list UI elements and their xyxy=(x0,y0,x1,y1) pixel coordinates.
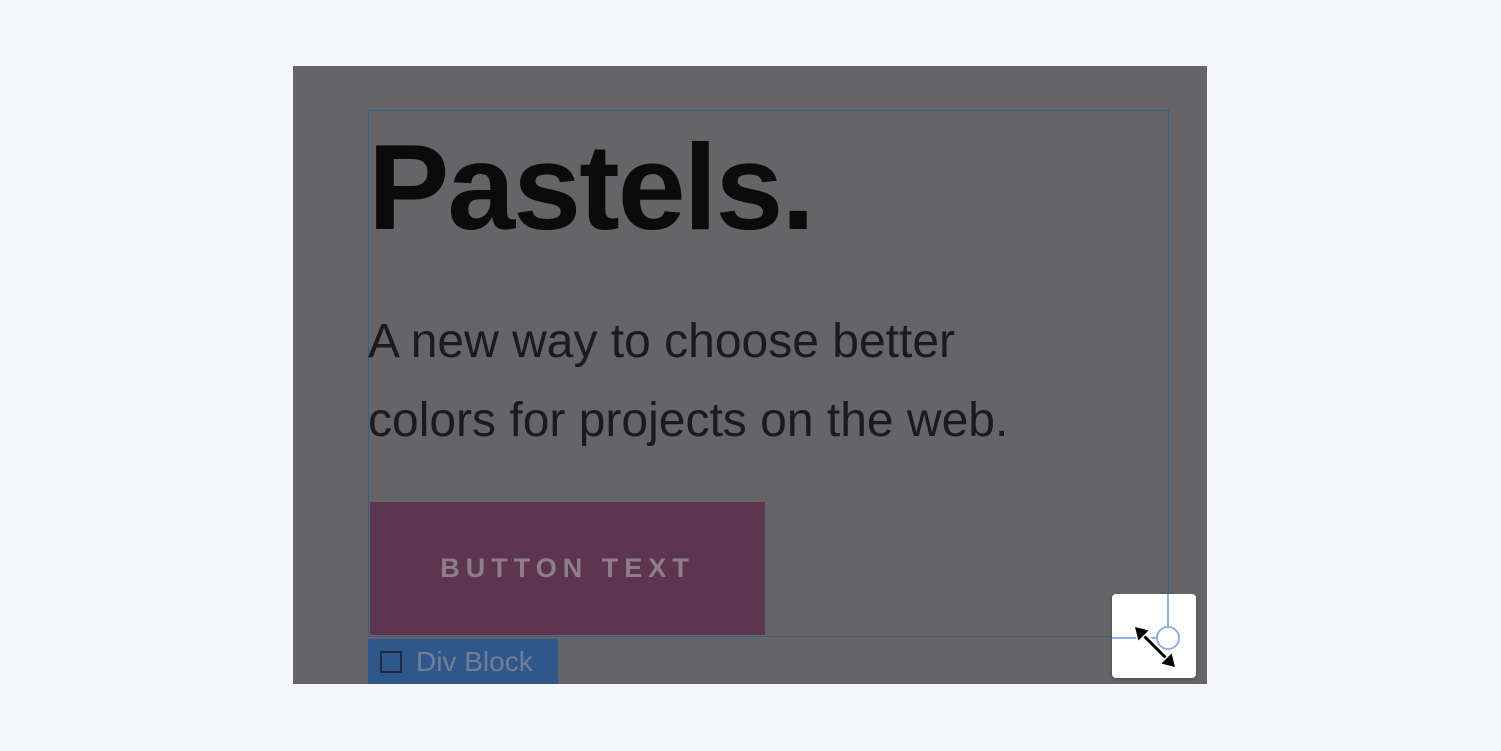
button-text-button[interactable]: BUTTON TEXT xyxy=(370,502,765,635)
subheading-line-1: A new way to choose better xyxy=(368,315,956,368)
resize-handle-zoom xyxy=(1112,594,1196,678)
div-block-element-tag[interactable]: Div Block xyxy=(368,639,558,684)
hero-heading[interactable]: Pastels. xyxy=(368,126,815,248)
subheading-line-2: colors for projects on the web. xyxy=(368,394,1009,447)
square-box-icon xyxy=(380,650,402,673)
resize-handle-graphic xyxy=(1112,594,1180,669)
element-tag-label: Div Block xyxy=(416,645,533,677)
designer-canvas: Pastels. A new way to choose better color… xyxy=(293,66,1207,684)
hero-subheading[interactable]: A new way to choose better colors for pro… xyxy=(368,302,1148,460)
resize-handle-icon[interactable] xyxy=(1156,626,1180,650)
